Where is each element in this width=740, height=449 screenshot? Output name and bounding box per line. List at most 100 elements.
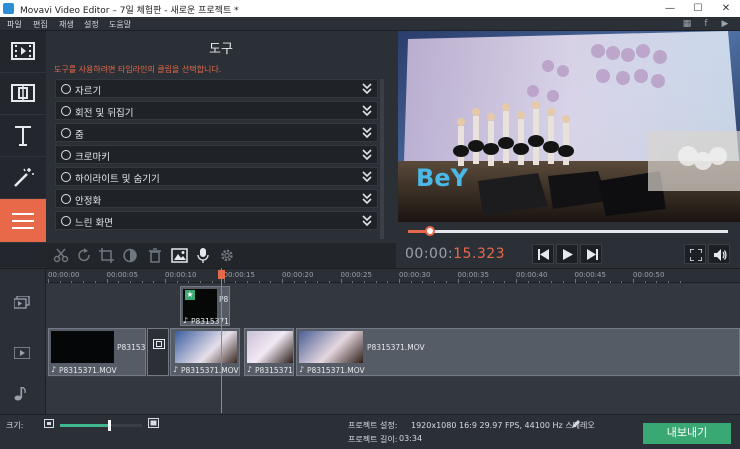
ruler-tick <box>258 281 260 283</box>
music-note-icon: ♪ <box>173 365 179 374</box>
next-frame-button[interactable] <box>580 244 602 264</box>
video-clip-4[interactable]: P8315371.MOV ♪ P8315371.MOV <box>296 328 740 376</box>
menu-settings[interactable]: 설정 <box>84 19 99 30</box>
tools-scrollbar[interactable] <box>380 79 384 239</box>
delete-button[interactable] <box>144 246 166 265</box>
radio-circle[interactable] <box>61 106 71 116</box>
overlay-clip[interactable]: ★ P8 P8315371. ♪ <box>180 286 230 326</box>
timeline-playhead[interactable] <box>221 268 222 413</box>
close-button[interactable]: ✕ <box>712 1 740 16</box>
volume-button[interactable] <box>708 244 730 264</box>
double-chevron-down-icon[interactable] <box>362 83 372 94</box>
video-track[interactable]: P831537 ♪ P8315371.MOV ♪ P8315371.MOV ♪ … <box>46 328 740 377</box>
playback-progress-bar[interactable] <box>408 230 728 233</box>
menu-playback[interactable]: 재생 <box>59 19 74 30</box>
clip-audio-name: P8315371.MOV <box>307 366 365 375</box>
transition-block[interactable] <box>147 328 169 376</box>
transition-icon <box>153 339 165 349</box>
ruler-tick <box>633 279 634 283</box>
ruler-tick-label: 00:00:35 <box>457 271 489 279</box>
video-clip-1[interactable]: P831537 ♪ P8315371.MOV <box>48 328 146 376</box>
ruler-tick <box>387 281 389 283</box>
clip-properties-button[interactable] <box>216 246 238 265</box>
tool-item-label: 줌 <box>75 130 84 141</box>
timecode-display: 00:00:15.323 <box>405 246 505 262</box>
transition-icon <box>11 84 35 102</box>
minimize-button[interactable]: — <box>656 1 684 16</box>
ruler-tick <box>141 281 143 283</box>
playback-progress-thumb[interactable] <box>425 226 436 236</box>
previous-frame-button[interactable] <box>532 244 554 264</box>
double-chevron-down-icon[interactable] <box>362 127 372 138</box>
radio-circle[interactable] <box>61 150 71 160</box>
rotate-button[interactable] <box>73 246 95 265</box>
cut-button[interactable] <box>50 246 72 265</box>
sidebar-import-button[interactable] <box>0 31 46 73</box>
tool-item-highlight-conceal[interactable]: 하이라이트 및 숨기기 <box>55 167 378 186</box>
sidebar-titles-button[interactable] <box>0 115 46 157</box>
menu-edit[interactable]: 편집 <box>33 19 48 30</box>
radio-circle[interactable] <box>61 216 71 226</box>
pencil-icon[interactable] <box>571 419 581 429</box>
overlay-track[interactable]: ★ P8 P8315371. ♪ <box>46 284 740 328</box>
video-clip-2[interactable]: ♪ P8315371.MOV <box>170 328 240 376</box>
concert-stage-frame: BeY <box>398 31 740 222</box>
double-chevron-down-icon[interactable] <box>362 215 372 226</box>
zoom-out-icon[interactable] <box>44 419 54 428</box>
play-button[interactable] <box>556 244 578 264</box>
ruler-tick <box>106 279 108 283</box>
zoom-in-icon[interactable] <box>148 418 159 428</box>
double-chevron-down-icon[interactable] <box>362 193 372 204</box>
tool-item-label: 크로마키 <box>75 152 110 163</box>
fullscreen-button[interactable] <box>684 244 706 264</box>
video-clip-3[interactable]: ♪ P8315371. <box>244 328 294 376</box>
image-button[interactable] <box>168 246 190 265</box>
ruler-tick <box>527 281 529 283</box>
tool-item-chroma-key[interactable]: 크로마키 <box>55 145 378 164</box>
ruler-tick-label: 00:00:45 <box>574 271 606 279</box>
radio-circle[interactable] <box>61 194 71 204</box>
ruler-tick <box>609 281 611 283</box>
sidebar-more-tools-button[interactable] <box>0 199 46 243</box>
tool-item-zoom[interactable]: 줌 <box>55 123 378 142</box>
ruler-tick <box>562 281 564 283</box>
timeline-ruler[interactable]: 00:00:00 00:00:05 00:00:10 00:00:15 00:00:20… <box>46 269 740 283</box>
tool-item-stabilization[interactable]: 안정화 <box>55 189 378 208</box>
ruler-tick-label: 00:00:05 <box>106 271 138 279</box>
zoom-slider-thumb[interactable] <box>108 420 112 431</box>
overlay-track-icon <box>14 296 30 309</box>
speaker-icon <box>714 249 727 261</box>
sidebar-transitions-button[interactable] <box>0 73 46 115</box>
record-voice-button[interactable] <box>192 246 214 265</box>
ruler-tick <box>574 279 576 283</box>
ruler-tick-label: 00:00:50 <box>633 271 665 279</box>
facebook-icon[interactable]: f <box>700 18 712 30</box>
menu-file[interactable]: 파일 <box>7 19 22 30</box>
double-chevron-down-icon[interactable] <box>362 149 372 160</box>
sidebar-filters-button[interactable] <box>0 157 46 199</box>
scissors-icon <box>53 248 69 263</box>
tool-item-rotate-flip[interactable]: 회전 및 뒤집기 <box>55 101 378 120</box>
video-preview[interactable]: BeY <box>398 31 740 222</box>
store-icon[interactable]: ▦ <box>681 18 693 30</box>
zoom-slider[interactable] <box>60 420 142 431</box>
double-chevron-down-icon[interactable] <box>362 171 372 182</box>
ruler-tick <box>83 281 85 283</box>
music-note-icon <box>14 387 26 401</box>
double-chevron-down-icon[interactable] <box>362 105 372 116</box>
color-adjust-button[interactable] <box>119 246 141 265</box>
ruler-tick <box>118 281 120 283</box>
menu-help[interactable]: 도움말 <box>109 19 131 30</box>
maximize-button[interactable]: ☐ <box>684 1 712 16</box>
left-sidebar <box>0 31 46 267</box>
radio-circle[interactable] <box>61 128 71 138</box>
export-button[interactable]: 내보내기 <box>643 423 731 444</box>
youtube-icon[interactable]: ▶ <box>719 18 731 30</box>
tool-item-slow-motion[interactable]: 느린 화면 <box>55 211 378 230</box>
audio-track[interactable] <box>46 377 740 415</box>
playhead-handle[interactable] <box>218 270 225 279</box>
radio-circle[interactable] <box>61 84 71 94</box>
radio-circle[interactable] <box>61 172 71 182</box>
tool-item-trim[interactable]: 자르기 <box>55 79 378 98</box>
crop-button[interactable] <box>96 246 118 265</box>
